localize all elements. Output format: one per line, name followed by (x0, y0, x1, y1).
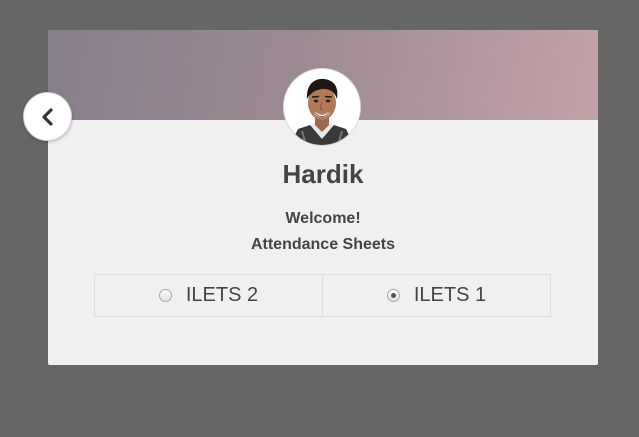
welcome-text: Welcome! (285, 210, 361, 227)
option-ilets-1[interactable]: ILETS 1 (322, 275, 550, 316)
sheet-options: ILETS 2 ILETS 1 (94, 274, 551, 317)
option-ilets-2[interactable]: ILETS 2 (95, 275, 322, 316)
avatar (283, 68, 361, 146)
chevron-left-icon (41, 107, 53, 126)
profile-name: Hardik (282, 159, 364, 189)
page: Hardik Welcome! Attendance Sheets ILETS … (0, 0, 639, 437)
radio-button-ilets-2[interactable] (158, 289, 172, 302)
profile-card: Hardik Welcome! Attendance Sheets ILETS … (48, 30, 598, 365)
page-subtitle: Attendance Sheets (250, 236, 396, 253)
avatar-photo-icon (284, 69, 360, 145)
option-label: ILETS 1 (413, 284, 487, 306)
back-button[interactable] (23, 92, 72, 141)
radio-button-ilets-1[interactable] (386, 289, 400, 302)
option-label: ILETS 2 (185, 284, 259, 306)
